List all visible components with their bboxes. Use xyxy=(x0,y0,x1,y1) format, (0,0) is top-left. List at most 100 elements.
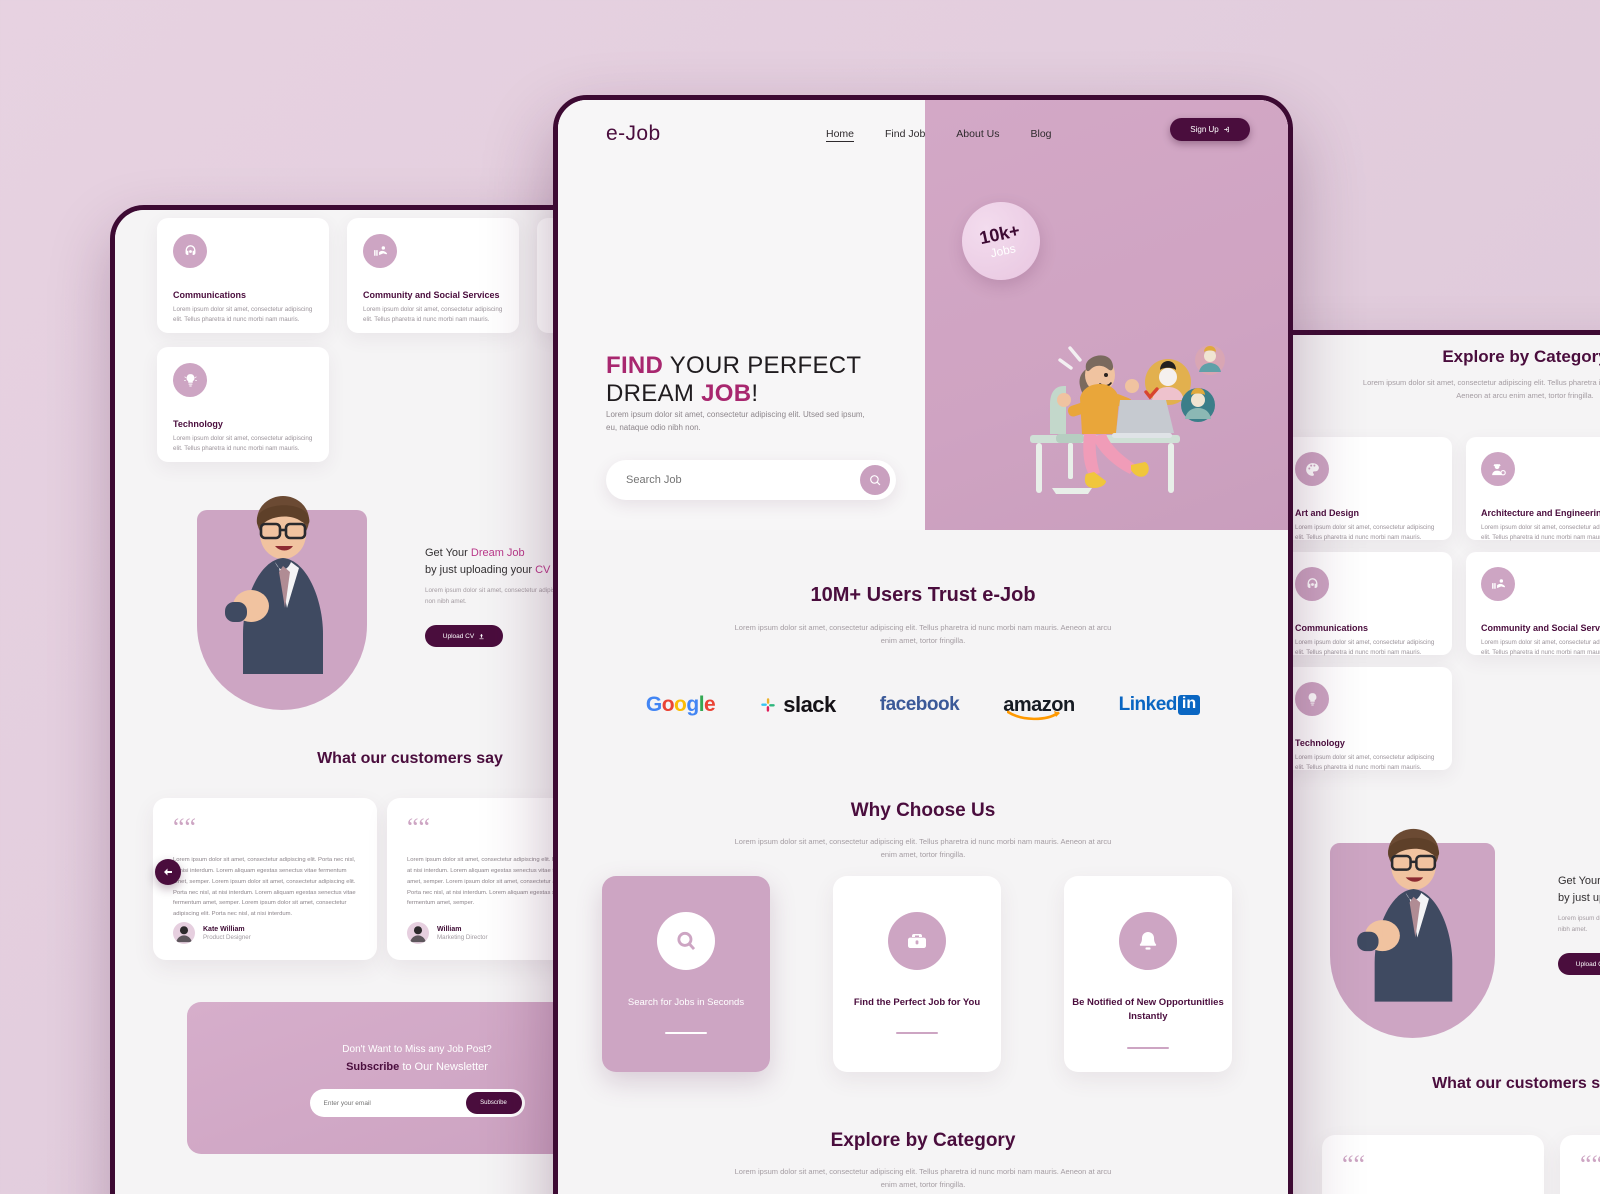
hand-heart-icon xyxy=(1481,567,1515,601)
device-frame-right: Explore by Category Lorem ipsum dolor si… xyxy=(1245,330,1600,1194)
category-desc: Lorem ipsum dolor sit amet, consectetur … xyxy=(1481,524,1600,542)
why-choose-card[interactable]: Be Notified of New Opportunitlies Instan… xyxy=(1064,876,1232,1072)
avatar xyxy=(173,922,195,944)
category-card[interactable]: Community and Social Services Lorem ipsu… xyxy=(1466,552,1600,657)
trust-title: 10M+ Users Trust e-Job xyxy=(810,584,1036,606)
why-choose-subtitle: Lorem ipsum dolor sit amet, consectetur … xyxy=(734,837,1112,860)
category-card[interactable]: Technology Lorem ipsum dolor sit amet, c… xyxy=(1280,667,1452,772)
logo-amazon: amazon xyxy=(1003,694,1075,720)
newsletter-form: Subscribe xyxy=(309,1089,525,1117)
quote-mark-icon: ““ xyxy=(173,813,197,842)
cv-paragraph: Lorem ipsum dolor sit amet, consectetur … xyxy=(1558,915,1600,933)
explore-subtitle: Lorem ipsum dolor sit amet, consectetur … xyxy=(734,1167,1112,1190)
search-icon xyxy=(657,912,715,970)
sign-up-button[interactable]: Sign Up xyxy=(1170,118,1250,141)
lightbulb-icon xyxy=(173,363,207,397)
search-button[interactable] xyxy=(860,465,890,495)
category-desc: Lorem ipsum dolor sit amet, consectetur … xyxy=(363,306,503,324)
logo-row: Google slack facebook amazon Linked in xyxy=(558,692,1288,720)
upload-cv-button[interactable]: Upload CV xyxy=(425,625,503,648)
card-rule xyxy=(1127,1046,1169,1049)
category-desc: Lorem ipsum dolor sit amet, consectetur … xyxy=(173,435,313,453)
category-name: Art and Design xyxy=(1295,508,1360,518)
cv-illustration xyxy=(1330,828,1495,1038)
category-card[interactable]: Community and Social Services Lorem ipsu… xyxy=(347,218,519,333)
category-card[interactable]: Architecture and Engineering Lorem ipsum… xyxy=(1466,437,1600,542)
category-desc: Lorem ipsum dolor sit amet, consectetur … xyxy=(1295,754,1435,772)
engineer-icon xyxy=(1481,452,1515,486)
quote-mark-icon: ““ xyxy=(1342,1150,1366,1179)
category-name: Architecture and Engineering xyxy=(1481,508,1600,518)
category-desc: Lorem ipsum dolor sit amet, consectetur … xyxy=(1295,524,1435,542)
screen-center: e-Job Home Find Job About Us Blog Sign U… xyxy=(558,100,1288,1194)
cv-text-block: Get Your Dream Job by just uploading you… xyxy=(1558,873,1600,976)
category-card[interactable]: Art and Design Lorem ipsum dolor sit ame… xyxy=(1280,437,1452,542)
testimonial-card: ““ Lorem ipsum dolor sit amet, consectet… xyxy=(153,798,377,960)
upload-icon xyxy=(479,633,484,640)
lightbulb-icon xyxy=(1295,682,1329,716)
search-icon xyxy=(870,475,881,486)
explore-title: Explore by Category xyxy=(830,1130,1016,1151)
palette-icon xyxy=(1295,452,1329,486)
subscribe-button[interactable]: Subscribe xyxy=(465,1092,522,1114)
nav-item-home[interactable]: Home xyxy=(826,128,855,142)
cv-illustration xyxy=(197,496,367,710)
card-label: Search for Jobs in Seconds xyxy=(627,997,745,1008)
testimonial-card: ““ xyxy=(1560,1135,1600,1194)
carousel-prev-button[interactable] xyxy=(155,859,181,885)
testimonial-author: William Marketing Director xyxy=(407,922,488,944)
testimonial-author: Kate William Product Designer xyxy=(173,922,251,944)
quote-mark-icon: ““ xyxy=(1580,1150,1600,1179)
headset-icon xyxy=(1295,567,1329,601)
logo-facebook: facebook xyxy=(879,694,960,715)
nav-item-about-us[interactable]: About Us xyxy=(956,128,999,142)
author-name: Kate William xyxy=(203,925,245,933)
nav-menu: Home Find Job About Us Blog xyxy=(826,128,1052,142)
category-desc: Lorem ipsum dolor sit amet, consectetur … xyxy=(1481,639,1600,657)
testimonials-heading: What our customers say xyxy=(1432,1075,1600,1092)
card-label: Be Notified of New Opportunitlies Instan… xyxy=(1072,997,1224,1023)
nav-item-find-job[interactable]: Find Job xyxy=(885,128,925,142)
screen-right: Explore by Category Lorem ipsum dolor si… xyxy=(1250,335,1600,1194)
card-rule xyxy=(896,1032,938,1035)
card-label: Find the Perfect Job for You xyxy=(853,997,981,1008)
logo-slack: slack xyxy=(759,692,836,718)
search-bar xyxy=(606,460,896,500)
explore-heading-right: Explore by Category Lorem ipsum dolor si… xyxy=(1362,347,1600,401)
headset-icon xyxy=(173,234,207,268)
why-choose-section: Why Choose Us Lorem ipsum dolor sit amet… xyxy=(558,800,1288,861)
avatar xyxy=(407,922,429,944)
category-card[interactable]: Technology Lorem ipsum dolor sit amet, c… xyxy=(157,347,329,462)
avatar-bubble xyxy=(1181,388,1215,422)
category-desc: Lorem ipsum dolor sit amet, consectetur … xyxy=(1295,639,1435,657)
nav-item-blog[interactable]: Blog xyxy=(1031,128,1052,142)
why-choose-card[interactable]: Find the Perfect Job for You xyxy=(833,876,1001,1072)
category-name: Technology xyxy=(173,419,223,429)
logo[interactable]: e-Job xyxy=(606,122,661,146)
upload-cv-button[interactable]: Upload CV xyxy=(1558,953,1600,976)
category-name: Community and Social Services xyxy=(1481,623,1600,633)
why-choose-title: Why Choose Us xyxy=(850,800,996,821)
arrow-left-icon xyxy=(164,868,172,876)
category-card[interactable]: Communications Lorem ipsum dolor sit ame… xyxy=(157,218,329,333)
cv-headline: Get Your Dream Job by just uploading you… xyxy=(1558,875,1600,904)
author-name: William xyxy=(437,925,462,933)
login-arrow-icon xyxy=(1223,126,1229,133)
testimonial-card: ““ xyxy=(1322,1135,1544,1194)
hero-headline: FIND YOUR PERFECT DREAM JOB! xyxy=(606,352,862,408)
hero-paragraph: Lorem ipsum dolor sit amet, consectetur … xyxy=(606,410,865,433)
email-input[interactable] xyxy=(323,1099,454,1107)
logo-linkedin: Linked in xyxy=(1119,694,1201,716)
briefcase-icon xyxy=(888,912,946,970)
category-desc: Lorem ipsum dolor sit amet, consectetur … xyxy=(173,306,313,324)
search-input[interactable] xyxy=(626,474,816,486)
logo-google: Google xyxy=(645,693,716,716)
category-name: Communications xyxy=(173,290,247,300)
navbar: e-Job Home Find Job About Us Blog Sign U… xyxy=(558,100,1288,180)
trust-section: 10M+ Users Trust e-Job Lorem ipsum dolor… xyxy=(558,584,1288,647)
author-role: Product Designer xyxy=(203,933,251,941)
category-card[interactable]: Communications Lorem ipsum dolor sit ame… xyxy=(1280,552,1452,657)
why-choose-card[interactable]: Search for Jobs in Seconds xyxy=(602,876,770,1072)
author-role: Marketing Director xyxy=(437,933,488,941)
card-rule xyxy=(665,1032,707,1035)
